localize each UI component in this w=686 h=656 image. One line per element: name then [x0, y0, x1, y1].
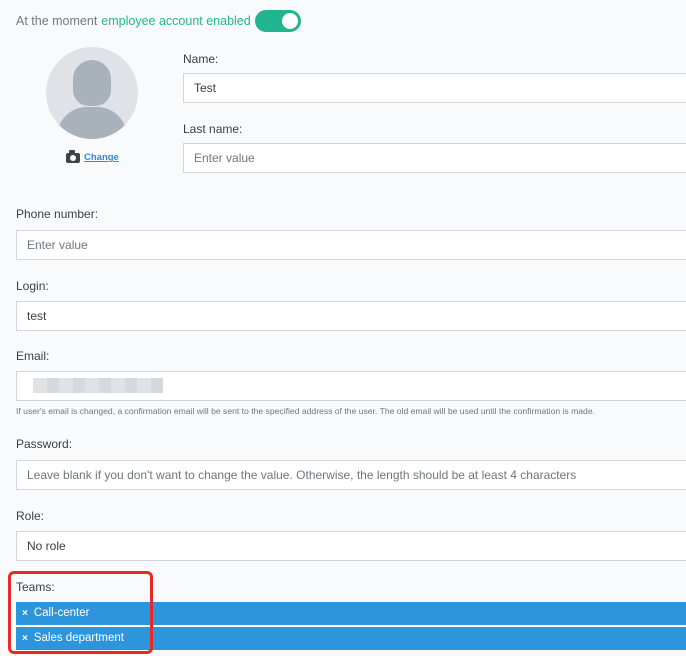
email-hint: If user's email is changed, a confirmati… [16, 406, 595, 416]
password-label: Password: [16, 437, 73, 451]
toggle-knob [281, 13, 298, 29]
avatar-silhouette-body [57, 107, 127, 139]
account-status: At the moment employee account enabled [16, 10, 301, 32]
email-label: Email: [16, 349, 50, 363]
role-label: Role: [16, 509, 45, 523]
avatar [46, 47, 138, 139]
role-select[interactable]: No role [16, 531, 686, 561]
phone-label: Phone number: [16, 207, 99, 221]
change-avatar-link[interactable]: Change [84, 152, 119, 163]
teams-highlight-annotation [8, 571, 153, 654]
login-input[interactable]: test [16, 301, 686, 331]
camera-icon [66, 149, 80, 163]
change-avatar-control[interactable]: Change [66, 149, 119, 163]
account-enabled-toggle[interactable] [254, 10, 301, 32]
password-input[interactable]: Leave blank if you don't want to change … [16, 460, 686, 490]
last-name-input[interactable]: Enter value [183, 143, 686, 173]
login-label: Login: [16, 279, 49, 293]
status-state-text: employee account enabled [101, 14, 251, 28]
name-input[interactable]: Test [183, 73, 686, 103]
email-redacted-value [33, 378, 163, 393]
name-label: Name: [183, 52, 219, 66]
last-name-label: Last name: [183, 122, 243, 136]
phone-input[interactable]: Enter value [16, 230, 686, 260]
avatar-silhouette-head [73, 60, 111, 106]
status-prefix: At the moment [16, 14, 98, 28]
